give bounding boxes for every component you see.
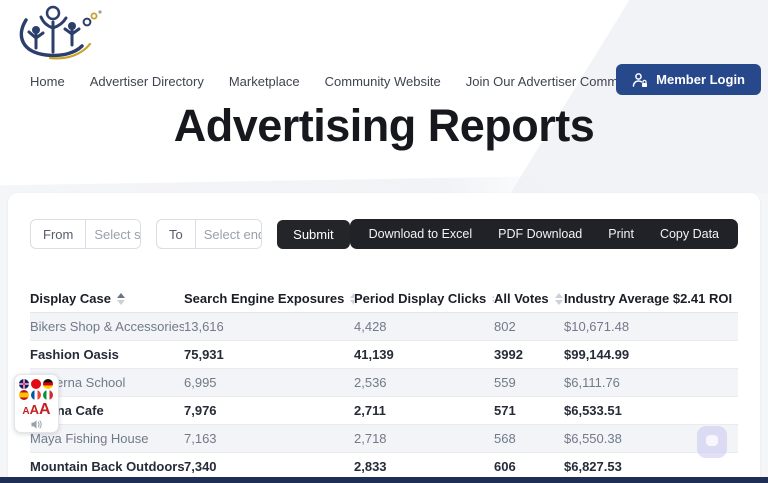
cell-exposures: 7,163 <box>184 431 354 446</box>
sort-icon <box>117 293 125 305</box>
copy-data-button[interactable]: Copy Data <box>647 219 732 249</box>
cell-roi: $6,533.51 <box>564 403 738 418</box>
cell-display-case: Bikers Shop & Accessories <box>30 319 184 334</box>
table-row[interactable]: La Verna School 6,995 2,536 559 $6,111.7… <box>30 369 738 397</box>
column-label: Industry Average $2.41 ROI <box>564 291 732 306</box>
font-resize-control[interactable]: A A A <box>22 402 50 418</box>
cell-exposures: 7,340 <box>184 459 354 474</box>
cell-votes: 571 <box>494 403 564 418</box>
cell-display-case: Fashion Oasis <box>30 347 184 362</box>
cell-display-case: Maya Fishing House <box>30 431 184 446</box>
cell-exposures: 6,995 <box>184 375 354 390</box>
to-label: To <box>157 220 196 248</box>
chat-widget-button[interactable] <box>697 426 727 458</box>
cell-clicks: 2,833 <box>354 459 494 474</box>
hero-section: Home Advertiser Directory Marketplace Co… <box>0 0 768 193</box>
cell-display-case: Mountain Back Outdoors <box>30 459 184 474</box>
cell-votes: 606 <box>494 459 564 474</box>
table-row[interactable]: Bikers Shop & Accessories 13,616 4,428 8… <box>30 313 738 341</box>
flag-france-icon[interactable] <box>31 390 41 400</box>
community-logo[interactable] <box>12 2 104 64</box>
table-row[interactable]: Marina Cafe 7,976 2,711 571 $6,533.51 <box>30 397 738 425</box>
pdf-download-button[interactable]: PDF Download <box>485 219 595 249</box>
column-header-display-case[interactable]: Display Case <box>30 291 184 306</box>
nav-item-home[interactable]: Home <box>30 74 65 89</box>
reports-table: Display Case Search Engine Exposures Per… <box>30 285 738 481</box>
reports-card: From To Submit Download to Excel PDF Dow… <box>8 193 760 483</box>
cell-votes: 3992 <box>494 347 564 362</box>
cell-exposures: 7,976 <box>184 403 354 418</box>
report-controls: From To Submit Download to Excel PDF Dow… <box>30 219 738 249</box>
end-date-input[interactable] <box>196 220 262 248</box>
submit-button[interactable]: Submit <box>277 220 349 249</box>
column-label: Display Case <box>30 291 111 306</box>
member-login-button[interactable]: Member Login <box>616 64 761 95</box>
table-row[interactable]: Maya Fishing House 7,163 2,718 568 $6,55… <box>30 425 738 453</box>
cell-clicks: 2,718 <box>354 431 494 446</box>
speaker-icon[interactable] <box>30 419 43 430</box>
main-navigation: Home Advertiser Directory Marketplace Co… <box>0 64 768 98</box>
cell-clicks: 2,536 <box>354 375 494 390</box>
column-label: Period Display Clicks <box>354 291 486 306</box>
column-header-industry-average-roi[interactable]: Industry Average $2.41 ROI <box>564 291 738 306</box>
column-label: Search Engine Exposures <box>184 291 344 306</box>
from-date-group: From <box>30 219 141 249</box>
flag-uk-icon[interactable] <box>19 379 29 389</box>
export-toolbar: Download to Excel PDF Download Print Cop… <box>350 219 738 249</box>
cell-clicks: 41,139 <box>354 347 494 362</box>
language-flags <box>19 379 54 400</box>
cell-clicks: 2,711 <box>354 403 494 418</box>
hero-decorative-band <box>0 176 560 193</box>
column-header-search-engine-exposures[interactable]: Search Engine Exposures <box>184 291 354 306</box>
start-date-input[interactable] <box>86 220 141 248</box>
member-login-label: Member Login <box>656 72 745 87</box>
accessibility-widget[interactable]: A A A <box>14 374 59 433</box>
cell-roi: $99,144.99 <box>564 347 738 362</box>
nav-item-advertiser-directory[interactable]: Advertiser Directory <box>90 74 204 89</box>
print-button[interactable]: Print <box>595 219 647 249</box>
column-header-all-votes[interactable]: All Votes <box>494 291 564 306</box>
to-date-group: To <box>156 219 262 249</box>
cell-roi: $10,671.48 <box>564 319 738 334</box>
table-body: Bikers Shop & Accessories 13,616 4,428 8… <box>30 313 738 481</box>
user-lock-icon <box>632 72 648 88</box>
cell-exposures: 75,931 <box>184 347 354 362</box>
sort-icon <box>555 293 563 305</box>
nav-item-marketplace[interactable]: Marketplace <box>229 74 300 89</box>
column-label: All Votes <box>494 291 549 306</box>
flag-germany-icon[interactable] <box>43 379 53 389</box>
flag-spain-icon[interactable] <box>19 390 29 400</box>
cell-votes: 568 <box>494 431 564 446</box>
nav-item-community-website[interactable]: Community Website <box>325 74 441 89</box>
table-row[interactable]: Fashion Oasis 75,931 41,139 3992 $99,144… <box>30 341 738 369</box>
cell-votes: 559 <box>494 375 564 390</box>
cell-exposures: 13,616 <box>184 319 354 334</box>
flag-italy-icon[interactable] <box>43 390 53 400</box>
footer-top-strip <box>0 477 768 483</box>
page-title: Advertising Reports <box>0 100 768 152</box>
cell-votes: 802 <box>494 319 564 334</box>
cell-roi: $6,111.76 <box>564 375 738 390</box>
table-header-row: Display Case Search Engine Exposures Per… <box>30 285 738 313</box>
cell-clicks: 4,428 <box>354 319 494 334</box>
font-medium-button[interactable]: A <box>30 403 39 416</box>
cell-roi: $6,827.53 <box>564 459 738 474</box>
from-label: From <box>31 220 86 248</box>
page: Home Advertiser Directory Marketplace Co… <box>0 0 768 483</box>
download-excel-button[interactable]: Download to Excel <box>356 219 486 249</box>
flag-turkey-icon[interactable] <box>31 379 41 389</box>
font-small-button[interactable]: A <box>22 407 29 417</box>
column-header-period-display-clicks[interactable]: Period Display Clicks <box>354 291 494 306</box>
font-large-button[interactable]: A <box>39 402 51 418</box>
